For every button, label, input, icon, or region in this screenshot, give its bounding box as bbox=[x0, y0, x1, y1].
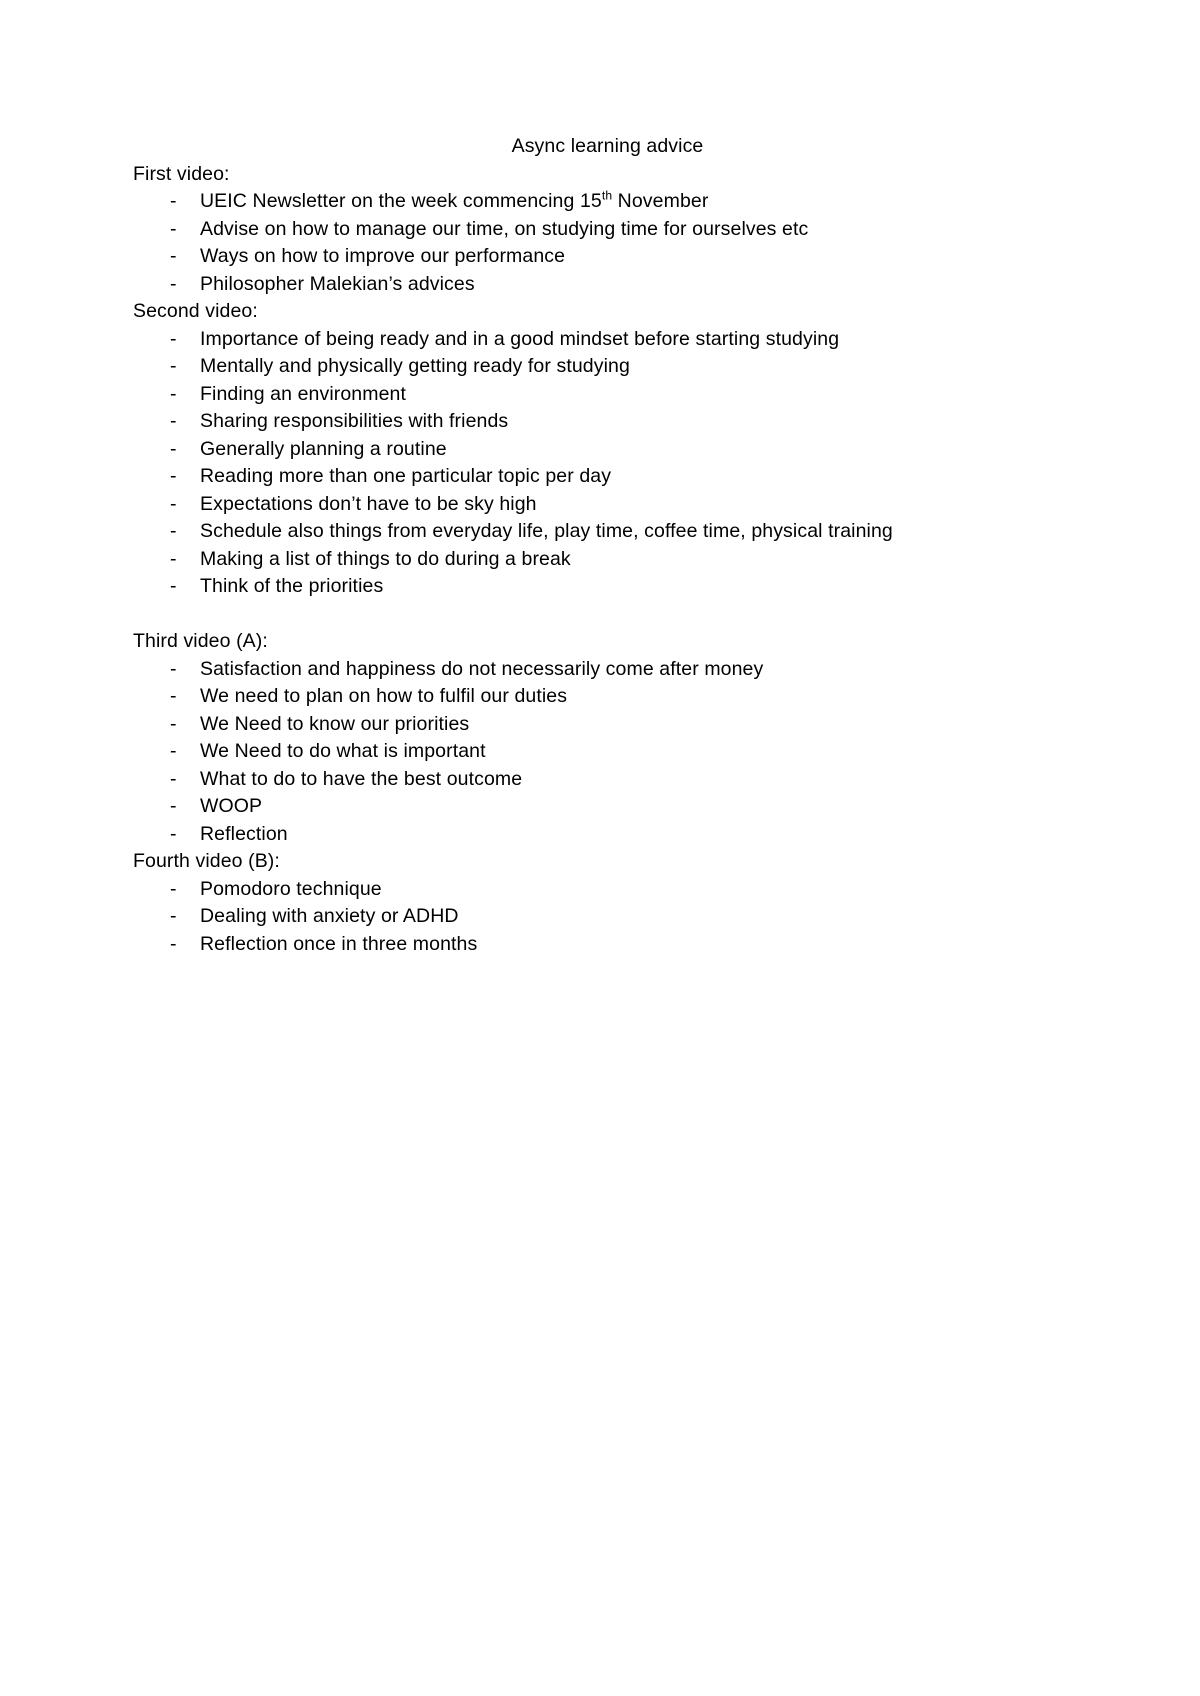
bullet-marker: - bbox=[170, 575, 177, 597]
list-item: - Finding an environment bbox=[133, 381, 1067, 409]
list-item: - Ways on how to improve our performance bbox=[133, 243, 1067, 271]
ordinal-suffix: th bbox=[601, 188, 613, 203]
list-item-text: We Need to do what is important bbox=[200, 740, 486, 762]
list-item-text: Generally planning a routine bbox=[200, 437, 447, 460]
bullet-marker: - bbox=[170, 822, 177, 845]
list-item-text: Philosopher Malekian’s advices bbox=[200, 272, 475, 295]
list-item: - Reading more than one particular topic … bbox=[133, 463, 1067, 491]
list-item: - WOOP bbox=[133, 793, 1067, 821]
bullet-marker: - bbox=[170, 685, 177, 707]
bullet-marker: - bbox=[170, 905, 177, 927]
bullet-marker: - bbox=[170, 410, 177, 432]
bullet-marker: - bbox=[170, 740, 177, 762]
bullet-marker: - bbox=[170, 547, 177, 570]
document-page: Async learning advice First video: - UEIC … bbox=[0, 0, 1200, 1696]
list-item: - Satisfaction and happiness do not neces… bbox=[133, 656, 1067, 684]
list-item-text: Finding an environment bbox=[200, 382, 406, 405]
list-item: - Reflection once in three months bbox=[133, 931, 1067, 959]
list-item-text: What to do to have the best outcome bbox=[200, 767, 523, 790]
bullet-marker: - bbox=[170, 437, 177, 460]
list-item: - Importance of being ready and in a good… bbox=[133, 326, 1067, 354]
bullet-marker: - bbox=[170, 767, 177, 790]
bullet-marker: - bbox=[170, 190, 177, 212]
list-item-text: Advise on how to manage our time, on stu… bbox=[200, 217, 809, 240]
bullet-marker: - bbox=[170, 245, 177, 267]
list-item-text: Mentally and physically getting ready fo… bbox=[200, 355, 630, 377]
list-item: - Schedule also things from everyday life… bbox=[133, 518, 1067, 546]
list-item-text: Importance of being ready and in a good … bbox=[200, 327, 840, 350]
list-item-text: Expectations don’t have to be sky high bbox=[200, 492, 537, 515]
bullet-marker: - bbox=[170, 272, 177, 295]
list-item: - Generally planning a routine bbox=[133, 436, 1067, 464]
list-item-text: We Need to know our priorities bbox=[200, 712, 470, 735]
list-item: - Advise on how to manage our time, on st… bbox=[133, 216, 1067, 244]
bullet-marker: - bbox=[170, 795, 177, 817]
list-item-text: Schedule also things from everyday life,… bbox=[200, 520, 893, 542]
bullet-marker: - bbox=[170, 492, 177, 515]
document-section: Third video (A): - Satisfaction and happin… bbox=[133, 628, 1067, 848]
bullet-marker: - bbox=[170, 355, 177, 377]
list-item: - Expectations don’t have to be sky high bbox=[133, 491, 1067, 519]
bullet-list: - Satisfaction and happiness do not neces… bbox=[133, 656, 1067, 849]
list-item: - Pomodoro technique bbox=[133, 876, 1067, 904]
bullet-list: - UEIC Newsletter on the week commencing … bbox=[133, 188, 1067, 298]
bullet-marker: - bbox=[170, 382, 177, 405]
list-item-text: Dealing with anxiety or ADHD bbox=[200, 905, 459, 927]
document-section: Second video: - Importance of being ready … bbox=[133, 298, 1067, 628]
bullet-list: - Pomodoro technique - Dealing with anxiety… bbox=[133, 876, 1067, 959]
list-item: - Philosopher Malekian’s advices bbox=[133, 271, 1067, 299]
list-item-text: UEIC Newsletter on the week commencing 1… bbox=[200, 190, 602, 212]
list-item-text: Ways on how to improve our performance bbox=[200, 245, 566, 267]
list-item: - We Need to do what is important bbox=[133, 738, 1067, 766]
page-title: Async learning advice bbox=[511, 135, 704, 157]
list-item-text: Pomodoro technique bbox=[200, 877, 382, 900]
bullet-marker: - bbox=[170, 712, 177, 735]
bullet-marker: - bbox=[170, 217, 177, 240]
bullet-marker: - bbox=[170, 877, 177, 900]
list-item: - UEIC Newsletter on the week commencing … bbox=[133, 188, 1067, 216]
section-heading: Fourth video (B): bbox=[133, 850, 280, 872]
section-heading: First video: bbox=[133, 162, 230, 185]
list-item: - We Need to know our priorities bbox=[133, 711, 1067, 739]
section-heading: Second video: bbox=[133, 300, 258, 322]
bullet-list: - Importance of being ready and in a good… bbox=[133, 326, 1067, 601]
list-item: - Making a list of things to do during a … bbox=[133, 546, 1067, 574]
list-item-text: Reading more than one particular topic p… bbox=[200, 465, 612, 487]
document-section: Fourth video (B): - Pomodoro technique - Dea… bbox=[133, 848, 1067, 958]
document-body: First video: - UEIC Newsletter on the week… bbox=[133, 161, 1067, 959]
list-item-text: We need to plan on how to fulfil our dut… bbox=[200, 685, 568, 707]
list-item: - What to do to have the best outcome bbox=[133, 766, 1067, 794]
list-item-text: Reflection bbox=[200, 822, 288, 845]
list-item: - Mentally and physically getting ready f… bbox=[133, 353, 1067, 381]
bullet-marker: - bbox=[170, 932, 177, 955]
bullet-marker: - bbox=[170, 520, 177, 542]
list-item-text-tail: November bbox=[612, 190, 709, 212]
document-section: First video: - UEIC Newsletter on the week… bbox=[133, 161, 1067, 299]
bullet-marker: - bbox=[170, 657, 177, 680]
list-item: - Think of the priorities bbox=[133, 573, 1067, 601]
list-item-text: Making a list of things to do during a b… bbox=[200, 547, 571, 570]
list-item-text: Reflection once in three months bbox=[200, 932, 478, 955]
list-item-text: Sharing responsibilities with friends bbox=[200, 410, 509, 432]
list-item: - We need to plan on how to fulfil our du… bbox=[133, 683, 1067, 711]
list-item: - Dealing with anxiety or ADHD bbox=[133, 903, 1067, 931]
bullet-marker: - bbox=[170, 327, 177, 350]
list-item: - Reflection bbox=[133, 821, 1067, 849]
section-heading: Third video (A): bbox=[133, 630, 268, 652]
bullet-marker: - bbox=[170, 465, 177, 487]
list-item-text: Think of the priorities bbox=[200, 575, 384, 597]
list-item: - Sharing responsibilities with friends bbox=[133, 408, 1067, 436]
list-item-text: Satisfaction and happiness do not necess… bbox=[200, 657, 764, 680]
list-item-text: WOOP bbox=[200, 795, 263, 817]
